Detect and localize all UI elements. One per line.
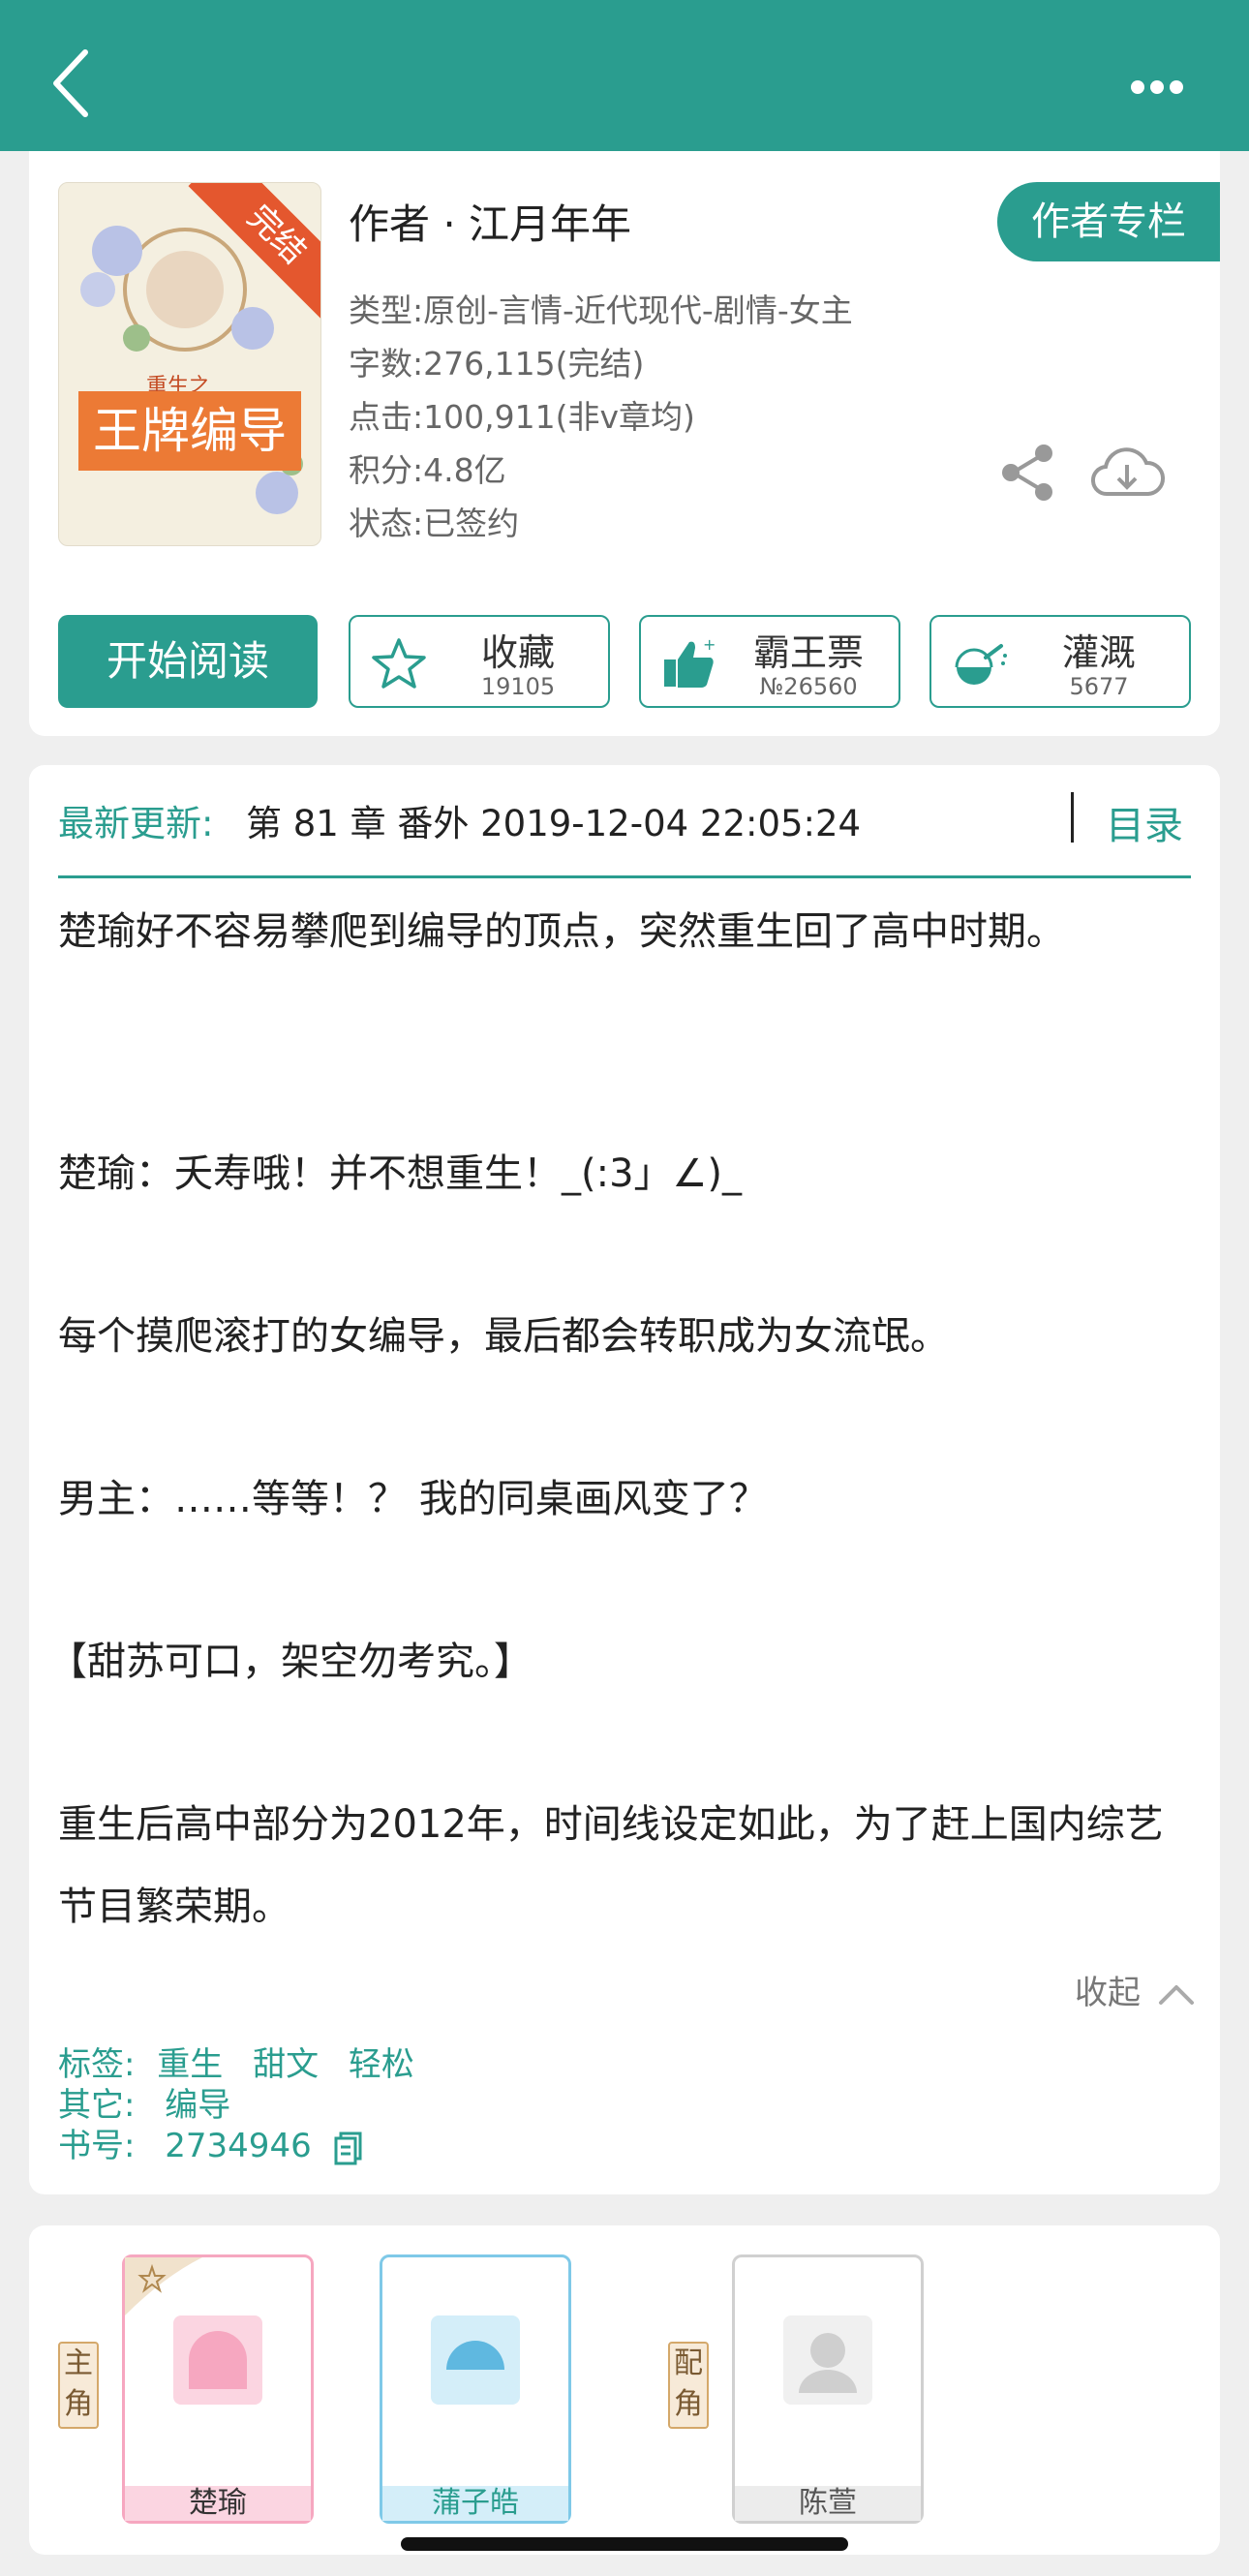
book-id-value: 2734946: [165, 2127, 312, 2165]
person-placeholder-icon: [799, 2333, 857, 2393]
vote-label: 霸王票: [752, 631, 864, 674]
character-name: 蒲子皓: [382, 2486, 568, 2521]
avatar: [431, 2315, 520, 2405]
avatar: [783, 2315, 872, 2405]
collect-count: 19105: [480, 673, 556, 700]
download-button[interactable]: [1088, 438, 1166, 509]
author-column-button[interactable]: 作者专栏: [997, 182, 1220, 261]
character-card[interactable]: 楚瑜: [122, 2254, 314, 2524]
svg-text:+: +: [703, 636, 716, 654]
description-paragraph: 重生后高中部分为2012年，时间线设定如此，为了赶上国内综艺节目繁荣期。: [58, 1802, 1164, 1929]
avatar: [173, 2315, 262, 2405]
meta-type: 类型:原创-言情-近代现代-剧情-女主: [349, 291, 853, 329]
side-role-char: 角: [674, 2387, 703, 2421]
chevron-up-icon: [1158, 1984, 1194, 2005]
book-id-label: 书号:: [58, 2127, 136, 2165]
water-label: 灌溉: [1061, 631, 1136, 674]
characters-card: 主 角 楚瑜 蒲子皓 配 角 陈萱: [29, 2225, 1220, 2555]
copy-icon[interactable]: [332, 2130, 365, 2166]
description-paragraph: 楚瑜好不容易攀爬到编导的顶点，突然重生回了高中时期。: [58, 909, 1065, 954]
avatar-placeholder-icon: [189, 2331, 247, 2389]
watering-can-icon: [955, 644, 1007, 685]
meta-score: 积分:4.8亿: [349, 451, 506, 489]
water-button[interactable]: 灌溉 5677: [929, 615, 1191, 708]
toc-link[interactable]: 目录: [1106, 794, 1183, 850]
avatar-placeholder-icon: [446, 2341, 504, 2389]
collect-label: 收藏: [480, 631, 555, 674]
book-cover[interactable]: 完结 重生之 王牌编导: [58, 182, 321, 546]
collapse-button[interactable]: 收起: [1075, 1966, 1196, 2013]
side-role-char: 配: [674, 2346, 703, 2380]
cover-title: 王牌编导: [78, 391, 301, 471]
description-paragraph: 【甜苏可口，架空勿考究。】: [48, 1640, 533, 1684]
main-role-char: 角: [64, 2387, 93, 2421]
divider: [58, 875, 1191, 878]
star-icon: [372, 638, 426, 689]
water-count: 5677: [1069, 673, 1129, 700]
separator: [1071, 792, 1074, 843]
star-badge-icon: [125, 2257, 202, 2315]
vote-button[interactable]: + 霸王票 №26560: [639, 615, 900, 708]
description-paragraph: 每个摸爬滚打的女编导，最后都会转职成为女流氓。: [58, 1314, 949, 1359]
top-bar: [0, 0, 1249, 151]
start-reading-button[interactable]: 开始阅读: [58, 615, 318, 708]
share-icon: [1002, 445, 1052, 501]
description-paragraph: 男主：……等等！？ 我的同桌画风变了？: [58, 1477, 768, 1521]
author-name[interactable]: 作者 · 江月年年: [349, 192, 631, 251]
meta-clicks: 点击:100,911(非v章均): [349, 398, 695, 436]
tag-item[interactable]: 轻松: [349, 2045, 414, 2084]
character-name: 陈萱: [735, 2486, 921, 2521]
main-role-tag: 主 角: [58, 2342, 99, 2429]
back-button[interactable]: [39, 39, 116, 126]
home-indicator[interactable]: [401, 2537, 848, 2551]
chevron-left-icon: [53, 49, 88, 117]
description-card: 最新更新: 第 81 章 番外 2019-12-04 22:05:24 目录 楚…: [29, 765, 1220, 2194]
book-id-row: 书号: 2734946: [58, 2119, 365, 2166]
side-role-tag: 配 角: [668, 2342, 709, 2429]
cloud-download-icon: [1090, 447, 1165, 497]
more-dots-icon: [1131, 80, 1183, 94]
vote-count: №26560: [759, 673, 858, 700]
collapse-label: 收起: [1075, 1974, 1141, 2012]
meta-wordcount: 字数:276,115(完结): [349, 345, 645, 383]
latest-update-label: 最新更新:: [58, 803, 214, 844]
character-card[interactable]: 陈萱: [732, 2254, 924, 2524]
character-card[interactable]: 蒲子皓: [380, 2254, 571, 2524]
meta-status: 状态:已签约: [349, 505, 520, 542]
book-info-card: 完结 重生之 王牌编导 作者 · 江月年年 作者专栏 类型:原创-言情-近代现代…: [29, 151, 1220, 736]
share-button[interactable]: [997, 442, 1059, 507]
latest-update-value[interactable]: 第 81 章 番外 2019-12-04 22:05:24: [246, 794, 861, 846]
collect-button[interactable]: 收藏 19105: [349, 615, 610, 708]
character-name: 楚瑜: [125, 2486, 311, 2521]
description-paragraph: 楚瑜：夭寿哦！并不想重生！_(:3」∠)_: [58, 1151, 742, 1196]
tag-item[interactable]: 甜文: [253, 2045, 319, 2084]
main-role-char: 主: [64, 2346, 93, 2380]
thumbs-up-icon: +: [664, 636, 716, 688]
more-button[interactable]: [1113, 58, 1201, 116]
